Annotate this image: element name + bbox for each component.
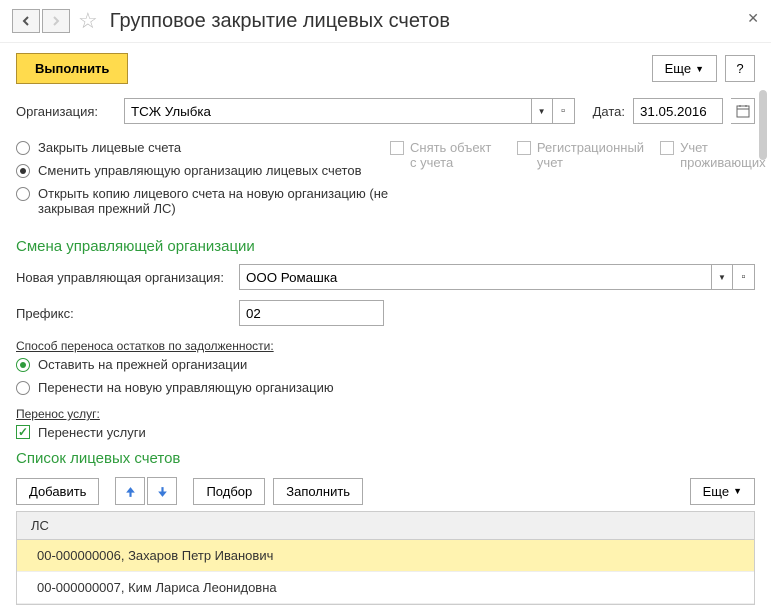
execute-button[interactable]: Выполнить (16, 53, 128, 84)
checkbox-transfer-services[interactable]: ✓ (16, 425, 30, 439)
section-accounts-title: Список лицевых счетов (0, 444, 771, 471)
transfer-services-title: Перенос услуг: (16, 399, 755, 421)
radio-move-new-org-label: Перенести на новую управляющую организац… (38, 380, 334, 395)
radio-open-copy[interactable] (16, 187, 30, 201)
arrow-down-icon (156, 485, 169, 498)
calendar-icon (736, 104, 750, 118)
org-input[interactable] (124, 98, 531, 124)
page-title: Групповое закрытие лицевых счетов (110, 10, 450, 33)
favorite-star-icon[interactable]: ☆ (78, 8, 98, 34)
radio-close-accounts-label: Закрыть лицевые счета (38, 140, 181, 155)
chevron-down-icon: ▼ (733, 486, 742, 496)
radio-move-new-org[interactable] (16, 381, 30, 395)
org-label: Организация: (16, 104, 116, 119)
table-more-button[interactable]: Еще ▼ (690, 478, 755, 505)
radio-keep-old-org[interactable] (16, 358, 30, 372)
checkbox-registration (517, 141, 531, 155)
checkbox-transfer-services-label: Перенести услуги (38, 425, 146, 440)
check-icon: ✓ (18, 425, 28, 439)
pick-button[interactable]: Подбор (193, 478, 265, 505)
radio-change-org[interactable] (16, 164, 30, 178)
prefix-label: Префикс: (16, 306, 231, 321)
nav-back-button[interactable] (12, 9, 40, 33)
new-org-input[interactable] (239, 264, 711, 290)
move-down-button[interactable] (147, 477, 177, 505)
vertical-scrollbar[interactable] (757, 90, 769, 567)
move-up-button[interactable] (115, 477, 145, 505)
nav-forward-button[interactable] (42, 9, 70, 33)
new-org-open-button[interactable]: ▫ (733, 264, 755, 290)
fill-button[interactable]: Заполнить (273, 478, 363, 505)
org-open-button[interactable]: ▫ (553, 98, 575, 124)
date-label: Дата: (593, 104, 625, 119)
radio-close-accounts[interactable] (16, 141, 30, 155)
prefix-input[interactable] (239, 300, 384, 326)
accounts-table: ЛС 00-000000006, Захаров Петр Иванович 0… (16, 511, 755, 605)
checkbox-residents (660, 141, 674, 155)
close-button[interactable]: ✕ (747, 10, 759, 27)
chevron-down-icon: ▼ (695, 64, 704, 74)
arrow-up-icon (124, 485, 137, 498)
scrollbar-thumb[interactable] (759, 90, 767, 160)
checkbox-remove-object-label: Снять объект с учета (410, 140, 501, 170)
new-org-dropdown-button[interactable]: ▼ (711, 264, 733, 290)
new-org-label: Новая управляющая организация: (16, 270, 231, 285)
calendar-button[interactable] (731, 98, 755, 124)
help-button[interactable]: ? (725, 55, 755, 82)
section-change-org-title: Смена управляющей организации (0, 232, 771, 259)
radio-open-copy-label: Открыть копию лицевого счета на новую ор… (38, 186, 408, 216)
table-row[interactable]: 00-000000006, Захаров Петр Иванович (17, 540, 754, 572)
transfer-balance-title: Способ переноса остатков по задолженност… (16, 331, 755, 353)
open-icon: ▫ (742, 271, 746, 283)
chevron-down-icon: ▼ (718, 273, 726, 282)
add-button[interactable]: Добавить (16, 478, 99, 505)
more-button[interactable]: Еще ▼ (652, 55, 717, 82)
table-row[interactable]: 00-000000007, Ким Лариса Леонидовна (17, 572, 754, 604)
date-input[interactable] (633, 98, 723, 124)
radio-change-org-label: Сменить управляющую организацию лицевых … (38, 163, 361, 178)
radio-keep-old-org-label: Оставить на прежней организации (38, 357, 247, 372)
chevron-down-icon: ▼ (538, 107, 546, 116)
checkbox-registration-label: Регистрационный учет (537, 140, 644, 170)
checkbox-remove-object (390, 141, 404, 155)
org-dropdown-button[interactable]: ▼ (531, 98, 553, 124)
open-icon: ▫ (561, 105, 565, 117)
table-header-ls[interactable]: ЛС (17, 512, 754, 540)
